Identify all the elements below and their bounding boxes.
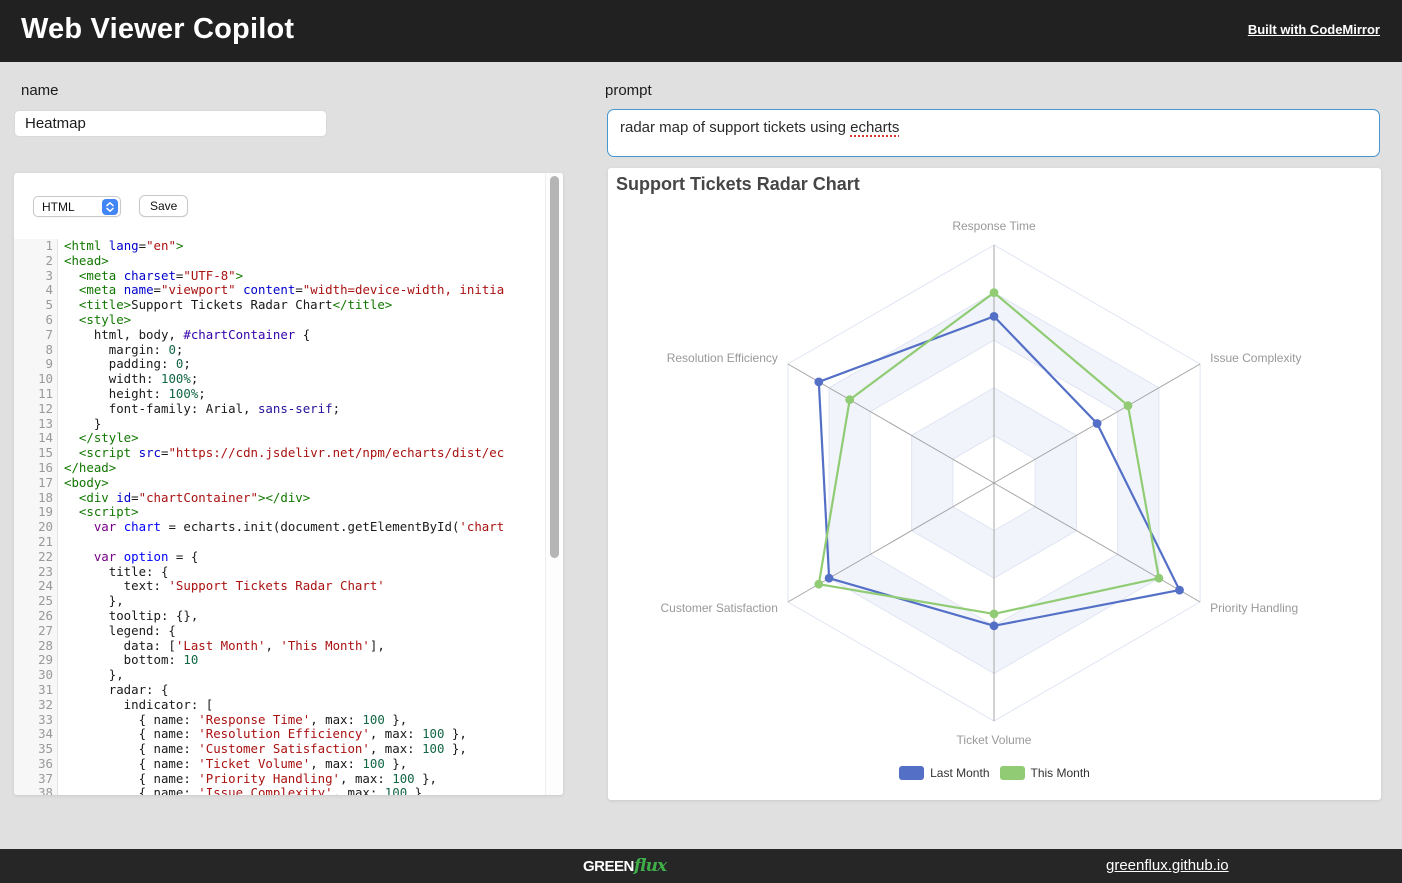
prompt-input[interactable]: radar map of support tickets using echar… [607,109,1380,157]
code-line: <meta name="viewport" content="width=dev… [64,283,545,298]
code-line: <meta charset="UTF-8"> [64,269,545,284]
code-line: radar: { [64,683,545,698]
language-select[interactable]: HTML [33,196,121,217]
code-line: indicator: [ [64,698,545,713]
logo-green-text: GREEN [583,858,634,875]
code-line: <html lang="en"> [64,239,545,254]
code-line: bottom: 10 [64,653,545,668]
chart-title: Support Tickets Radar Chart [616,174,860,195]
code-line: font-family: Arial, sans-serif; [64,402,545,417]
code-line: var chart = echarts.init(document.getEle… [64,520,545,535]
legend-label: Last Month [930,766,989,780]
code-line: { name: 'Issue Complexity', max: 100 } [64,786,545,795]
built-with-codemirror-link[interactable]: Built with CodeMirror [1248,22,1380,37]
code-line: data: ['Last Month', 'This Month'], [64,639,545,654]
code-line: width: 100%; [64,372,545,387]
editor-scrollbar-track [545,173,563,795]
code-editor-panel: HTML Save 123456789101112131415161718192… [14,173,563,795]
greenflux-logo: GREENflux [583,856,666,876]
code-line: <div id="chartContainer"></div> [64,491,545,506]
axis-label-customer-satisfaction: Customer Satisfaction [660,601,777,615]
code-line: { name: 'Priority Handling', max: 100 }, [64,772,545,787]
footer-link[interactable]: greenflux.github.io [1106,857,1229,874]
code-line: }, [64,594,545,609]
code-line: }, [64,668,545,683]
select-stepper-icon [102,199,118,215]
axis-label-priority-handling: Priority Handling [1210,601,1298,615]
code-line: margin: 0; [64,343,545,358]
code-line: text: 'Support Tickets Radar Chart' [64,579,545,594]
code-line: { name: 'Ticket Volume', max: 100 }, [64,757,545,772]
code-line: title: { [64,565,545,580]
prompt-text: radar map of support tickets using [620,119,850,136]
logo-flux-text: flux [634,856,666,876]
code-line: legend: { [64,624,545,639]
name-label: name [21,82,59,99]
code-line: } [64,417,545,432]
code-line: </style> [64,431,545,446]
legend-item-last-month[interactable]: Last Month [899,766,989,780]
code-line [64,535,545,550]
legend-label: This Month [1031,766,1090,780]
name-input[interactable] [14,110,327,137]
code-line: tooltip: {}, [64,609,545,624]
legend-swatch [899,766,924,780]
code-line: height: 100%; [64,387,545,402]
app-header: Web Viewer Copilot Built with CodeMirror [0,0,1402,62]
code-line: <title>Support Tickets Radar Chart</titl… [64,298,545,313]
legend-item-this-month[interactable]: This Month [1000,766,1090,780]
legend-swatch [1000,766,1025,780]
app-footer: GREENflux greenflux.github.io [0,849,1402,883]
axis-label-response-time: Response Time [952,219,1035,233]
axis-label-issue-complexity: Issue Complexity [1210,351,1301,365]
code-line: var option = { [64,550,545,565]
code-line: <script src="https://cdn.jsdelivr.net/np… [64,446,545,461]
code-line: <body> [64,476,545,491]
chart-panel: Support Tickets Radar Chart Response Tim… [608,168,1381,800]
app-title: Web Viewer Copilot [21,13,294,46]
prompt-misspelled-word: echarts [850,119,899,136]
radar-chart [608,168,1381,800]
axis-label-resolution-efficiency: Resolution Efficiency [667,351,778,365]
code-editor[interactable]: <html lang="en"><head> <meta charset="UT… [14,239,545,795]
code-line: padding: 0; [64,357,545,372]
save-button[interactable]: Save [139,195,188,217]
code-line: </head> [64,461,545,476]
code-line: <style> [64,313,545,328]
prompt-label: prompt [605,82,652,99]
code-line: { name: 'Response Time', max: 100 }, [64,713,545,728]
language-select-value: HTML [34,200,102,214]
editor-scrollbar-thumb[interactable] [550,176,559,558]
code-lines: <html lang="en"><head> <meta charset="UT… [64,239,545,795]
code-line: html, body, #chartContainer { [64,328,545,343]
code-line: <script> [64,505,545,520]
code-line: { name: 'Customer Satisfaction', max: 10… [64,742,545,757]
code-line: <head> [64,254,545,269]
chart-legend: Last Month This Month [608,766,1381,780]
axis-label-ticket-volume: Ticket Volume [957,733,1032,747]
code-line: { name: 'Resolution Efficiency', max: 10… [64,727,545,742]
